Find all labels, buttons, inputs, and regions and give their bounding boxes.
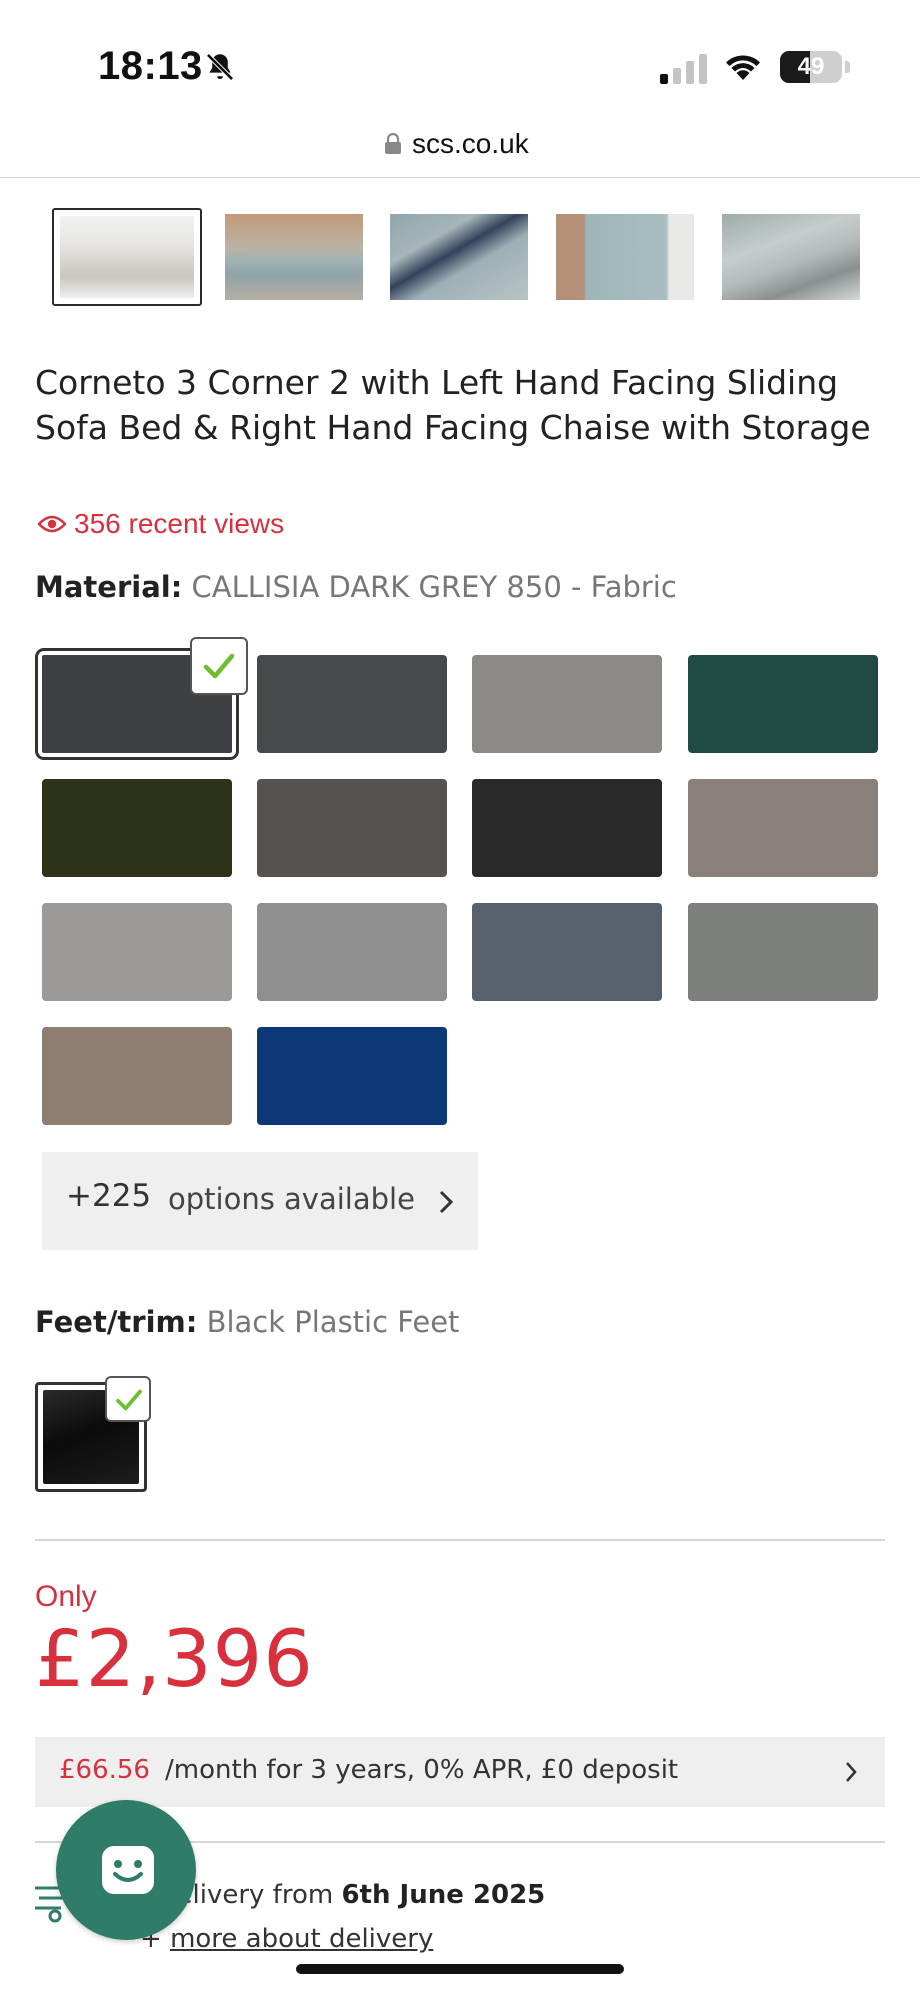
product-title: Corneto 3 Corner 2 with Left Hand Facing… <box>35 363 871 447</box>
battery-level: 49 <box>797 53 825 80</box>
thumbnail-5[interactable] <box>722 214 860 300</box>
material-swatch[interactable] <box>42 903 232 1001</box>
status-time: 18:13 <box>98 44 203 88</box>
material-label: Material: <box>35 570 183 604</box>
thumbnail-2[interactable] <box>225 214 363 300</box>
material-swatch[interactable] <box>472 779 662 877</box>
material-swatch[interactable] <box>472 655 662 753</box>
delivery-text: delivery from 6th June 2025 <box>160 1880 545 1910</box>
more-about-delivery-link[interactable]: more about delivery <box>170 1924 433 1954</box>
recent-views: 356 recent views <box>38 508 284 540</box>
feet-label: Feet/trim: <box>35 1305 198 1339</box>
feet-value: Black Plastic Feet <box>206 1305 460 1339</box>
material-row: Material: CALLISIA DARK GREY 850 - Fabri… <box>35 570 677 604</box>
swatch-selected-check <box>190 637 248 695</box>
chat-button[interactable] <box>56 1800 196 1940</box>
material-swatch[interactable] <box>688 779 878 877</box>
url-text[interactable]: scs.co.uk <box>412 128 529 160</box>
browser-url-bar[interactable]: scs.co.uk <box>0 120 920 178</box>
recent-views-text: 356 recent views <box>74 508 285 539</box>
more-options-button[interactable]: +225 options available <box>42 1152 478 1250</box>
divider <box>35 1539 885 1541</box>
material-swatch[interactable] <box>257 779 447 877</box>
material-swatch[interactable] <box>42 1027 232 1125</box>
material-swatch[interactable] <box>257 903 447 1001</box>
material-swatch[interactable] <box>688 903 878 1001</box>
finance-text: /month for 3 years, 0% APR, £0 deposit <box>165 1755 679 1785</box>
chevron-right-icon <box>846 1762 857 1782</box>
price-prefix: Only <box>35 1580 97 1613</box>
check-icon <box>203 653 235 679</box>
check-icon <box>116 1389 142 1411</box>
more-delivery: + more about delivery <box>140 1924 433 1954</box>
material-swatch[interactable] <box>257 655 447 753</box>
price: £2,396 <box>35 1615 314 1705</box>
material-value: CALLISIA DARK GREY 850 - Fabric <box>191 570 677 604</box>
finance-amount: £66.56 <box>59 1755 150 1785</box>
status-bar: 18:13 49 <box>0 0 920 120</box>
options-label: options available <box>168 1182 415 1216</box>
material-swatch[interactable] <box>257 1027 447 1125</box>
thumbnail-3[interactable] <box>390 214 528 300</box>
material-swatch[interactable] <box>472 903 662 1001</box>
wifi-icon <box>726 55 760 80</box>
thumbnail-1[interactable] <box>52 208 202 306</box>
bell-slash-icon <box>206 53 234 81</box>
signal-icon <box>660 54 707 84</box>
home-indicator <box>296 1964 624 1974</box>
options-count: +225 <box>66 1178 152 1214</box>
chat-smiley-icon <box>102 1846 154 1894</box>
delivery-date: 6th June 2025 <box>341 1880 546 1910</box>
lock-icon <box>385 133 401 154</box>
material-swatch[interactable] <box>42 779 232 877</box>
finance-row[interactable]: £66.56 /month for 3 years, 0% APR, £0 de… <box>35 1737 885 1807</box>
eye-icon <box>38 515 66 532</box>
feet-row: Feet/trim: Black Plastic Feet <box>35 1305 459 1339</box>
chevron-right-icon <box>439 1190 454 1214</box>
feet-selected-check <box>105 1376 151 1422</box>
material-swatch[interactable] <box>688 655 878 753</box>
thumbnail-4[interactable] <box>556 214 694 300</box>
battery-icon: 49 <box>780 51 842 83</box>
battery-cap <box>845 61 850 73</box>
gallery-thumbnails <box>52 208 872 306</box>
